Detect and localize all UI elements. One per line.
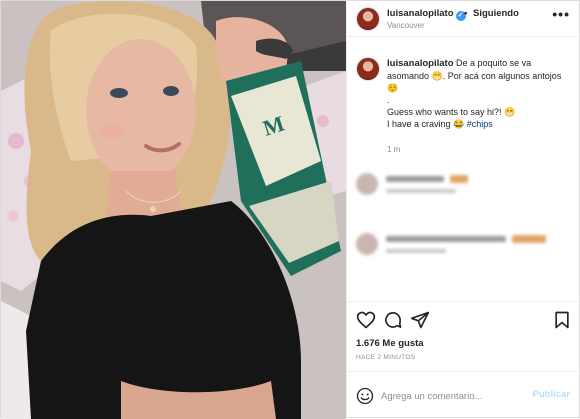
comment-item[interactable] [356,231,571,257]
likes-count[interactable]: 1.676 Me gusta [356,338,424,349]
post-location[interactable]: Vancouver [387,21,425,30]
caption-author-avatar[interactable] [356,57,380,81]
caption-line-4: I have a craving 😂 [387,119,465,129]
hashtag-link[interactable]: #chips [467,119,493,129]
more-options-icon[interactable]: ••• [552,6,570,22]
heart-icon[interactable] [356,310,376,330]
post-side-panel: luisanalopilato ✓ • Siguiendo Vancouver •… [346,1,580,419]
caption-line-2: . [387,95,390,105]
publish-button[interactable]: Publicar [533,389,571,400]
share-icon[interactable] [410,310,430,330]
caption-time: 1 m [387,145,401,154]
post-photo[interactable]: M [1,1,346,419]
caption-username[interactable]: luisanalopilato [387,58,454,69]
author-username-text[interactable]: luisanalopilato [387,8,454,19]
caption-text: luisanalopilato De a poquito se va asoma… [387,57,572,130]
add-comment-bar: Publicar [347,371,580,419]
comment-item[interactable] [356,171,571,197]
header-separator: • [464,8,468,19]
author-username[interactable]: luisanalopilato ✓ [387,8,466,21]
post-timestamp: HACE 2 MINUTOS [356,354,416,361]
caption-line-3: Guess who wants to say hi?! 😁 [387,107,516,117]
instagram-post: M luisanalopilato ✓ • Siguiendo Vancouver… [0,0,580,419]
post-header: luisanalopilato ✓ • Siguiendo Vancouver •… [347,1,580,37]
selfie-image: M [1,1,346,419]
emoji-icon[interactable] [356,387,374,405]
comment-input[interactable] [381,386,521,406]
comment-icon[interactable] [383,310,403,330]
author-avatar[interactable] [356,7,380,31]
following-button[interactable]: Siguiendo [473,8,519,19]
bookmark-icon[interactable] [552,310,572,330]
